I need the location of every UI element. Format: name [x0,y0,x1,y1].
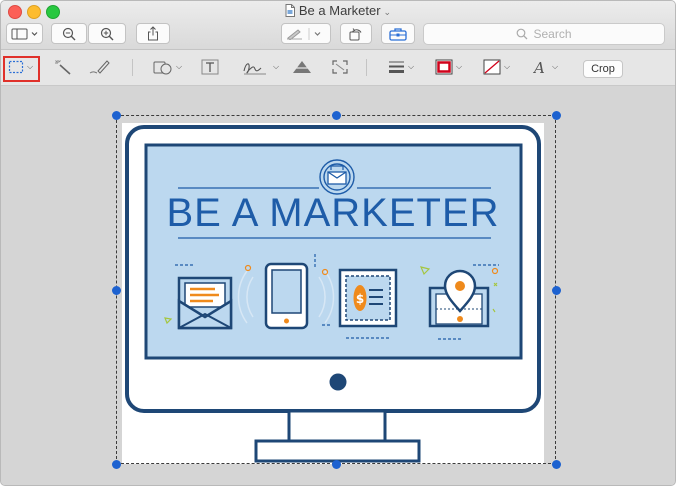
selection-handle-right[interactable] [552,286,561,295]
rectangular-selection-icon [8,60,24,74]
window-title: Be a Marketer [298,3,381,18]
adjust-size-icon [332,60,348,74]
rotate-button[interactable] [340,23,372,44]
sidebar-toggle-button[interactable] [6,23,43,44]
rectangular-selection-tool[interactable]: ⌵ [8,55,33,79]
selection-handle-top-right[interactable] [552,111,561,120]
selection-handle-bottom-left[interactable] [112,460,121,469]
shapes-tool[interactable]: ⌵ [153,55,182,79]
crop-button[interactable]: Crop [583,60,623,78]
chevron-down-icon: ⌵ [273,62,280,71]
toolbox-icon [389,27,407,41]
chevron-down-icon: ⌵ [176,62,183,71]
search-placeholder: Search [533,27,572,41]
markup-toolbar: ⌵ ⌵ ⌵ ⌵ ⌵ ⌵ A ⌵ [1,50,675,86]
rotate-icon [349,27,362,40]
selection-handle-bottom-right[interactable] [552,460,561,469]
title-bar: Be a Marketer ⌄ Search [1,1,675,50]
line-style-icon [389,61,404,73]
pen-highlight-icon [287,27,321,40]
line-style-tool[interactable]: ⌵ [388,55,414,79]
border-color-icon [435,59,453,75]
chevron-down-icon: ⌄ [383,7,392,17]
instant-alpha-icon [55,60,71,75]
selection-handle-top-left[interactable] [112,111,121,120]
text-icon [201,59,219,75]
sketch-icon [89,60,110,74]
selection-rectangle[interactable] [116,115,556,464]
markup-toolbar-button[interactable] [381,23,415,44]
instant-alpha-tool[interactable] [54,55,72,79]
share-icon [148,26,158,41]
sign-tool[interactable]: ⌵ [242,55,279,79]
toolbar-separator [366,59,367,76]
fill-color-tool[interactable]: ⌵ [483,55,510,79]
zoom-in-button[interactable] [88,23,126,44]
chevron-down-icon: ⌵ [408,62,415,71]
toolbar-separator [132,59,133,76]
zoom-out-icon [62,27,76,40]
zoom-in-icon [100,27,114,40]
svg-text:A: A [533,59,545,75]
chevron-down-icon: ⌵ [27,62,34,71]
text-tool[interactable] [201,55,219,79]
adjust-size-tool[interactable] [331,55,349,79]
search-icon [517,28,528,40]
selection-handle-bottom[interactable] [332,460,341,469]
zoom-out-button[interactable] [51,23,87,44]
preview-window: Be a Marketer ⌄ Search ⌵ ⌵ ⌵ ⌵ ⌵ ⌵ A ⌵ C… [0,0,676,486]
document-icon [285,4,295,20]
selection-handle-left[interactable] [112,286,121,295]
search-field[interactable]: Search [423,23,665,45]
selection-handle-top[interactable] [332,111,341,120]
chevron-down-icon: ⌵ [456,62,463,71]
chevron-down-icon: ⌵ [504,62,511,71]
sketch-tool[interactable] [89,55,111,79]
border-color-tool[interactable]: ⌵ [435,55,462,79]
pen-highlight-button[interactable] [281,23,331,44]
text-style-tool[interactable]: A ⌵ [533,55,558,79]
window-title-area[interactable]: Be a Marketer ⌄ [1,3,675,20]
share-button[interactable] [136,23,170,44]
adjust-color-tool[interactable] [291,55,313,79]
text-style-icon: A [533,59,545,75]
chevron-down-icon: ⌵ [552,62,559,71]
sign-icon [243,63,266,75]
shapes-icon [153,61,172,75]
fill-color-icon [483,59,501,75]
adjust-color-icon [292,61,312,73]
sidebar-toggle-icon [11,28,37,39]
